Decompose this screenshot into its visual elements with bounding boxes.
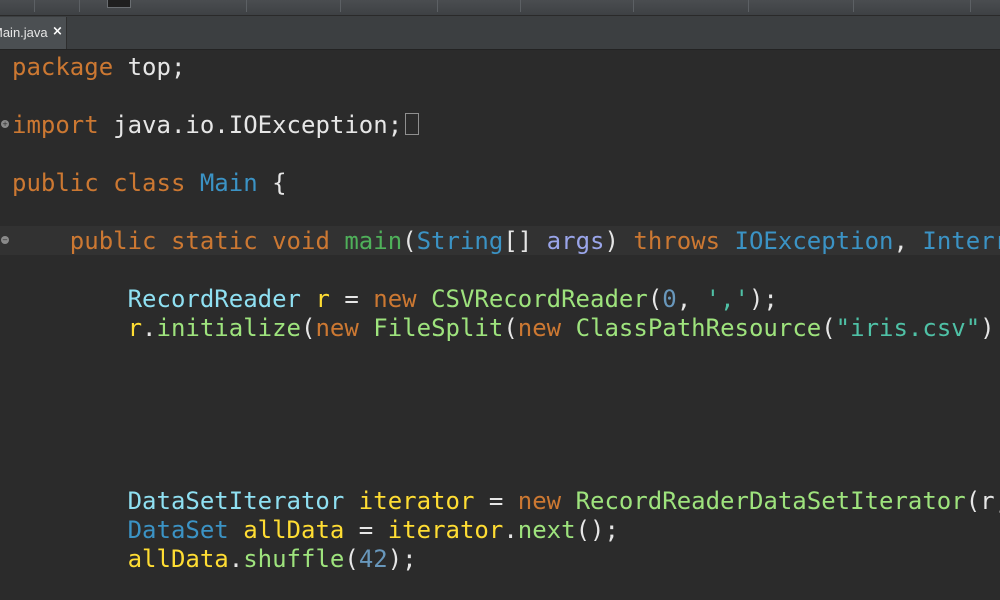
code-text: (r, [965, 487, 1000, 515]
toolbar-separator [246, 0, 247, 12]
code-text: java.io.IOException; [98, 111, 403, 139]
method-name: main [344, 227, 403, 255]
fold-collapse-icon[interactable]: − [1, 236, 9, 244]
code-text: ). [980, 314, 1000, 342]
type-name: String [416, 227, 504, 255]
class-name: FileSplit [373, 314, 504, 342]
toolbar-separator [853, 0, 854, 12]
code-line-dataset: DataSet allData = iterator.next(); [12, 516, 619, 545]
variable-name: r [315, 285, 330, 313]
code-text: . [228, 545, 244, 573]
main-toolbar [0, 0, 1000, 16]
toolbar-separator [633, 0, 634, 12]
code-text: ( [301, 314, 316, 342]
keyword: public [69, 227, 157, 255]
code-text: , [676, 285, 706, 313]
code-line-main-method: public static void main(String[] args) t… [12, 227, 1000, 256]
method-name: next [517, 516, 576, 544]
code-text: ); [748, 285, 778, 313]
code-line-import: import java.io.IOException; [12, 111, 420, 140]
type-name: RecordReader [127, 285, 301, 313]
type-name: DataSet [127, 516, 229, 544]
toolbar-separator [970, 0, 971, 12]
keyword: throws [633, 227, 721, 255]
keyword: new [517, 314, 562, 342]
code-line-record-reader: RecordReader r = new CSVRecordReader(0, … [12, 285, 778, 314]
keyword: new [373, 285, 417, 313]
keyword: import [12, 111, 99, 139]
type-name: Interrup [922, 227, 1000, 255]
number-literal: 42 [358, 545, 388, 573]
code-line-initialize: r.initialize(new FileSplit(new ClassPath… [12, 314, 1000, 343]
keyword: void [272, 227, 330, 255]
code-text: [] [503, 227, 547, 255]
keyword: class [113, 169, 186, 197]
code-text: . [503, 516, 518, 544]
keyword: new [315, 314, 359, 342]
keyword: public [12, 169, 99, 197]
class-name: CSVRecordReader [431, 285, 648, 313]
code-line-package: package top; [12, 53, 185, 82]
toolbar-separator [748, 0, 749, 12]
code-editor[interactable]: + − package top; import java.io.IOExcept… [0, 50, 1000, 600]
variable-name: r [127, 314, 143, 342]
close-icon[interactable]: × [52, 24, 63, 39]
code-text: = [474, 487, 518, 515]
code-text: = [344, 516, 388, 544]
code-text: . [142, 314, 157, 342]
code-text: , [893, 227, 923, 255]
code-text: ( [821, 314, 836, 342]
method-name: initialize [156, 314, 302, 342]
code-text: (); [575, 516, 619, 544]
code-text: ( [402, 227, 417, 255]
code-text: ( [503, 314, 518, 342]
code-text: ); [387, 545, 417, 573]
class-name: Main [199, 169, 258, 197]
keyword: new [517, 487, 562, 515]
toolbar-separator [79, 0, 80, 12]
toolbar-separator [340, 0, 341, 12]
code-line-shuffle: allData.shuffle(42); [12, 545, 417, 574]
toolbar-separator [34, 0, 35, 12]
toolbar-separator [520, 0, 521, 12]
code-text: { [257, 169, 287, 197]
method-name: shuffle [243, 545, 345, 573]
type-name: IOException [734, 227, 894, 255]
number-literal: 0 [662, 285, 677, 313]
code-text: ( [344, 545, 359, 573]
type-name: DataSetIterator [127, 487, 345, 515]
string-literal: ',' [705, 285, 749, 313]
class-name: RecordReaderDataSetIterator [575, 487, 966, 515]
class-name: ClassPathResource [575, 314, 822, 342]
keyword: static [170, 227, 258, 255]
code-text: ( [647, 285, 663, 313]
toolbar-separator [437, 0, 438, 12]
parameter-name: args [546, 227, 605, 255]
code-line-class: public class Main { [12, 169, 287, 198]
variable-name: allData [127, 545, 229, 573]
string-literal: "iris.csv" [835, 314, 981, 342]
code-line-dataset-iterator: DataSetIterator iterator = new RecordRea… [12, 487, 1000, 516]
editor-tab-bar: Main.java × [0, 16, 1000, 50]
folded-region-marker[interactable] [405, 113, 420, 135]
keyword: package [12, 53, 114, 81]
toolbar-button[interactable] [107, 0, 131, 8]
variable-name: iterator [358, 487, 475, 515]
tab-label: Main.java [0, 25, 48, 40]
tab-main-java[interactable]: Main.java × [0, 17, 67, 49]
code-text: top; [113, 53, 186, 81]
fold-expand-icon[interactable]: + [1, 120, 9, 128]
variable-name: allData [243, 516, 345, 544]
code-text: ) [604, 227, 634, 255]
code-text: = [329, 285, 374, 313]
variable-name: iterator [387, 516, 504, 544]
